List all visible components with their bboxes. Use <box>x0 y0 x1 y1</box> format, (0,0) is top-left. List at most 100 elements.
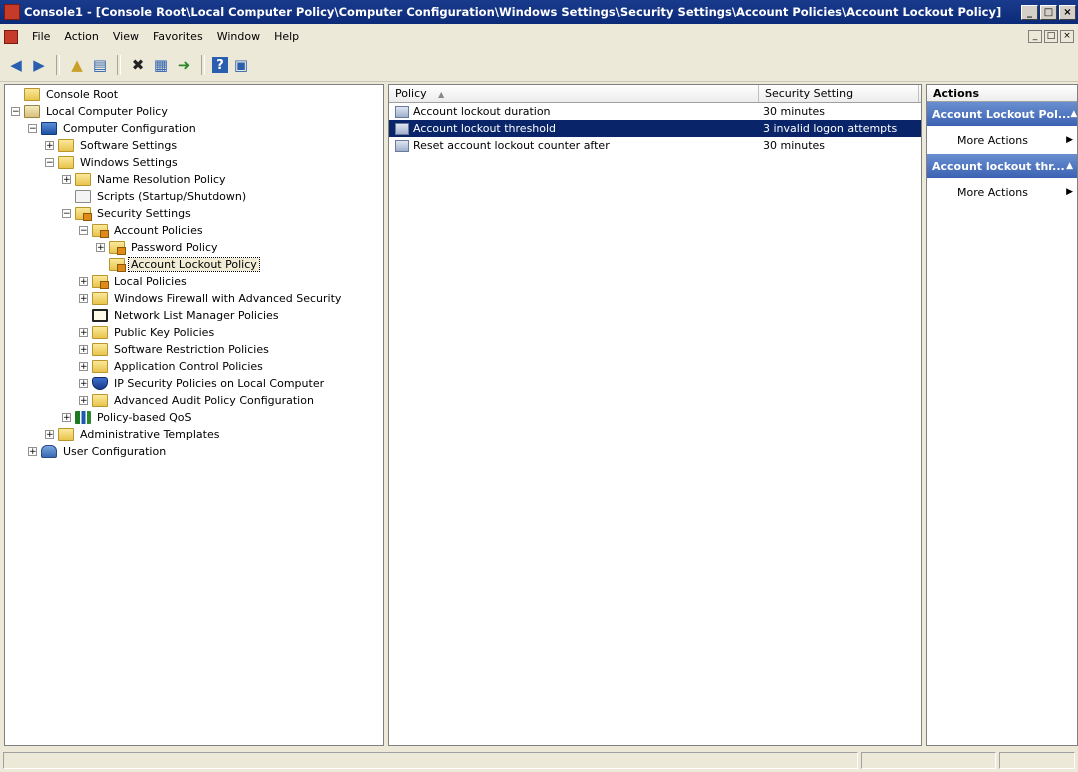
export-list-icon[interactable]: ➜ <box>174 55 194 75</box>
collapse-caret-icon[interactable]: ▲ <box>1066 161 1077 171</box>
folder-icon <box>92 394 108 407</box>
menu-file[interactable]: File <box>26 28 58 45</box>
tree-item[interactable]: − Windows Settings <box>7 154 383 171</box>
actions-pane: Actions Account Lockout Pol... ▲ More Ac… <box>926 84 1078 746</box>
tree-item-label: Application Control Policies <box>114 360 263 373</box>
status-panel-3 <box>999 752 1075 769</box>
policy-row[interactable]: Account lockout threshold 3 invalid logon… <box>389 120 921 137</box>
tree-item-label: Public Key Policies <box>114 326 215 339</box>
tree-item-label: Security Settings <box>97 207 191 220</box>
tree-item[interactable]: + Name Resolution Policy <box>7 171 383 188</box>
policy-item-icon <box>395 105 409 118</box>
forward-icon[interactable]: ▶ <box>29 55 49 75</box>
tree-item-label: Password Policy <box>131 241 218 254</box>
maximize-button[interactable]: □ <box>1040 4 1057 20</box>
delete-icon[interactable]: ✖ <box>128 55 148 75</box>
tree-item[interactable]: + User Configuration <box>7 443 383 460</box>
expand-icon[interactable]: + <box>79 362 88 372</box>
collapse-icon[interactable]: − <box>45 158 54 168</box>
tree-item[interactable]: Account Lockout Policy <box>7 256 383 273</box>
tree-item[interactable]: + Password Policy <box>7 239 383 256</box>
console-tree-pane[interactable]: Console Root − Local Computer Policy − Compu… <box>4 84 384 746</box>
tree-item[interactable]: Scripts (Startup/Shutdown) <box>7 188 383 205</box>
up-folder-icon[interactable]: ▲ <box>67 55 87 75</box>
collapse-icon[interactable]: − <box>62 209 71 219</box>
tree-item[interactable]: Network List Manager Policies <box>7 307 383 324</box>
list-header: Policy ▲ Security Setting <box>389 85 921 103</box>
more-actions-link[interactable]: More Actions ▶ <box>927 126 1077 154</box>
submenu-arrow-icon: ▶ <box>1066 187 1073 197</box>
expand-icon[interactable]: + <box>79 379 88 389</box>
tree-item[interactable]: + Windows Firewall with Advanced Security <box>7 290 383 307</box>
tree-item[interactable]: Console Root <box>7 86 383 103</box>
folder-icon <box>58 428 74 441</box>
menu-help[interactable]: Help <box>268 28 307 45</box>
tree-item[interactable]: + IP Security Policies on Local Computer <box>7 375 383 392</box>
tree-item[interactable]: + Advanced Audit Policy Configuration <box>7 392 383 409</box>
tree-item[interactable]: − Account Policies <box>7 222 383 239</box>
expand-icon[interactable]: + <box>45 141 54 151</box>
tree-item-label: Console Root <box>46 88 119 101</box>
status-panel-2 <box>861 752 996 769</box>
column-header-security-setting[interactable]: Security Setting <box>759 85 919 102</box>
action-section-account-lockout-threshold[interactable]: Account lockout thr... ▲ <box>927 154 1077 178</box>
tree-item[interactable]: + Application Control Policies <box>7 358 383 375</box>
tree-item[interactable]: − Computer Configuration <box>7 120 383 137</box>
collapse-icon[interactable]: − <box>28 124 37 134</box>
tree-item[interactable]: + Policy-based QoS <box>7 409 383 426</box>
computer-icon <box>41 122 57 135</box>
policy-row[interactable]: Account lockout duration 30 minutes <box>389 103 921 120</box>
expand-icon[interactable]: + <box>79 277 88 287</box>
back-icon[interactable]: ◀ <box>6 55 26 75</box>
show-action-pane-icon[interactable]: ▣ <box>231 55 251 75</box>
child-minimize-button[interactable]: _ <box>1028 30 1042 43</box>
tree-item[interactable]: + Software Restriction Policies <box>7 341 383 358</box>
child-restore-button[interactable]: □ <box>1044 30 1058 43</box>
title-bar[interactable]: Console1 - [Console Root\Local Computer … <box>0 0 1078 24</box>
menu-window[interactable]: Window <box>211 28 268 45</box>
expand-icon[interactable]: + <box>62 175 71 185</box>
collapse-icon[interactable]: − <box>79 226 88 236</box>
child-close-button[interactable]: × <box>1060 30 1074 43</box>
policy-row[interactable]: Reset account lockout counter after 30 mi… <box>389 137 921 154</box>
menu-action[interactable]: Action <box>58 28 106 45</box>
folder-icon <box>92 343 108 356</box>
security-folder-icon <box>109 258 126 272</box>
tree-item[interactable]: − Local Computer Policy <box>7 103 383 120</box>
minimize-button[interactable]: _ <box>1021 4 1038 20</box>
toolbar-separator <box>201 55 205 75</box>
tree-item[interactable]: + Administrative Templates <box>7 426 383 443</box>
menu-view[interactable]: View <box>107 28 147 45</box>
toolbar: ◀ ▶ ▲ ▤ ✖ ▦ ➜ ? ▣ <box>0 49 1078 82</box>
expand-icon[interactable]: + <box>79 396 88 406</box>
expand-icon[interactable]: + <box>62 413 71 423</box>
expand-icon[interactable]: + <box>79 294 88 304</box>
mmc-app-icon[interactable] <box>4 4 20 20</box>
console-menu-icon[interactable] <box>4 29 18 44</box>
help-icon[interactable]: ? <box>212 57 228 73</box>
tree-item-label: IP Security Policies on Local Computer <box>114 377 325 390</box>
show-hide-tree-icon[interactable]: ▤ <box>90 55 110 75</box>
collapse-icon[interactable]: − <box>11 107 20 117</box>
expand-icon[interactable]: + <box>45 430 54 440</box>
expand-icon[interactable]: + <box>79 345 88 355</box>
expand-icon[interactable]: + <box>96 243 105 253</box>
menu-favorites[interactable]: Favorites <box>147 28 211 45</box>
expand-icon[interactable]: + <box>79 328 88 338</box>
toolbar-separator <box>117 55 121 75</box>
tree-item[interactable]: + Local Policies <box>7 273 383 290</box>
expand-icon[interactable]: + <box>28 447 37 457</box>
close-button[interactable]: × <box>1059 4 1076 20</box>
action-section-account-lockout-policy[interactable]: Account Lockout Pol... ▲ <box>927 102 1077 126</box>
tree-item[interactable]: + Public Key Policies <box>7 324 383 341</box>
folder-icon <box>92 326 108 339</box>
collapse-caret-icon[interactable]: ▲ <box>1070 109 1077 119</box>
properties-icon[interactable]: ▦ <box>151 55 171 75</box>
network-icon <box>92 309 108 322</box>
column-header-policy[interactable]: Policy ▲ <box>389 85 759 102</box>
tree-item[interactable]: + Software Settings <box>7 137 383 154</box>
more-actions-link[interactable]: More Actions ▶ <box>927 178 1077 206</box>
tree-item[interactable]: − Security Settings <box>7 205 383 222</box>
results-pane[interactable]: Policy ▲ Security Setting Account lockou… <box>388 84 922 746</box>
